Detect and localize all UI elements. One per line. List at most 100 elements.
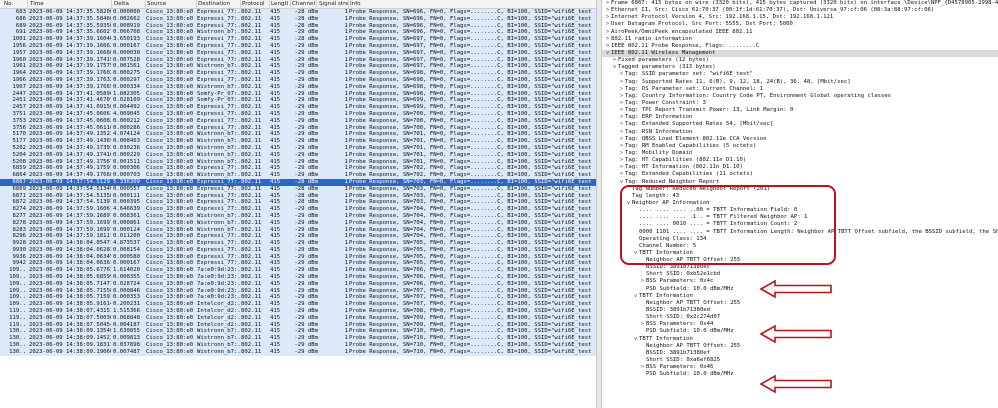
detail-tree-item[interactable]: BSSID: 3891b71380ec bbox=[602, 264, 998, 271]
detail-tree-item[interactable]: > Tag: DS Parameter set: Current Channel:… bbox=[602, 86, 998, 93]
packet-row[interactable]: 686 2023-06-09 14:37:35.584667 0.002662 Cis… bbox=[0, 15, 596, 23]
column-divider[interactable] bbox=[348, 0, 349, 9]
packet-row[interactable]: 1956 2023-06-09 14:37:39.166634 0.000167 Ci… bbox=[0, 42, 596, 50]
detail-tree-item[interactable]: Neighbor AP TBTT Offset: 255 bbox=[602, 300, 998, 307]
packet-row[interactable]: 6867 2023-06-09 14:37:54.512912 5.336309 Ci… bbox=[0, 178, 596, 186]
packet-row[interactable]: 130.. 2023-06-09 14:38:09.135402 1.630855 C… bbox=[0, 328, 596, 336]
packet-row[interactable]: 130.. 2023-06-09 14:38:09.190600 0.007487 C… bbox=[0, 348, 596, 356]
collapsed-chevron-icon[interactable]: > bbox=[618, 114, 625, 121]
packet-row[interactable]: 8277 2023-06-09 14:37:59.168975 0.008361 Ci… bbox=[0, 212, 596, 220]
detail-tree-item[interactable]: > Tag: ERP Information bbox=[602, 114, 998, 121]
column-header-info[interactable]: Info bbox=[350, 1, 410, 7]
collapsed-chevron-icon[interactable]: > bbox=[604, 0, 611, 7]
packet-row[interactable]: 109.. 2023-06-09 14:38:05.715562 0.000846 C… bbox=[0, 287, 596, 295]
packet-row[interactable]: 2447 2023-06-09 14:37:41.058964 1.882305 Ci… bbox=[0, 90, 596, 98]
packet-row[interactable]: 9942 2023-06-09 14:38:04.063617 0.000167 Ci… bbox=[0, 260, 596, 268]
packet-row[interactable]: 8283 2023-06-09 14:37:59.169979 0.000124 Ci… bbox=[0, 226, 596, 234]
column-header-signal-strength[interactable]: Signal stre bbox=[319, 1, 349, 7]
packet-row[interactable]: 6872 2023-06-09 14:37:54.513975 0.000395 Ci… bbox=[0, 199, 596, 207]
packet-row[interactable]: 109.. 2023-06-09 14:38:05.685992 0.008355 C… bbox=[0, 274, 596, 281]
detail-tree-item[interactable]: > Tag: Extended Capabilities (11 octets) bbox=[602, 171, 998, 178]
packet-row[interactable]: 8278 2023-06-09 14:37:59.169975 0.000861 Ci… bbox=[0, 219, 596, 227]
packet-row[interactable]: 691 2023-06-09 14:37:35.660274 0.066708 Cis… bbox=[0, 29, 596, 37]
collapsed-chevron-icon[interactable]: > bbox=[618, 150, 625, 157]
column-divider[interactable] bbox=[316, 0, 317, 9]
collapsed-chevron-icon[interactable]: > bbox=[604, 14, 611, 21]
column-header-destination[interactable]: Destination bbox=[198, 1, 240, 7]
packet-row[interactable]: 6871 2023-06-09 14:37:54.513580 0.000111 Ci… bbox=[0, 192, 596, 200]
collapsed-chevron-icon[interactable]: > bbox=[618, 136, 625, 143]
detail-tree-item[interactable]: > Tag: SSID parameter set: "wifi6E_test" bbox=[602, 71, 998, 78]
collapsed-chevron-icon[interactable]: > bbox=[618, 107, 625, 114]
collapsed-chevron-icon[interactable]: > bbox=[618, 171, 625, 178]
detail-tree-item[interactable]: > Tag: Country Information: Country Code … bbox=[602, 93, 998, 100]
detail-tree-item[interactable]: >802.11 radio information bbox=[602, 36, 998, 43]
packet-row[interactable]: 109.. 2023-06-09 14:38:05.916146 0.200231 C… bbox=[0, 301, 596, 309]
column-divider[interactable] bbox=[145, 0, 146, 9]
column-divider[interactable] bbox=[27, 0, 28, 9]
packet-row[interactable]: 9936 2023-06-09 14:38:04.063450 0.000580 Ci… bbox=[0, 253, 596, 261]
packet-row[interactable]: 2457 2023-06-09 14:37:41.091566 0.004492 Ci… bbox=[0, 104, 596, 111]
collapsed-chevron-icon[interactable]: > bbox=[618, 100, 625, 107]
detail-tree-item[interactable]: > Tag: Extended Supported Rates 54, [Mbit… bbox=[602, 121, 998, 128]
packet-row[interactable]: 3756 2023-06-09 14:37:45.061108 0.000286 Ci… bbox=[0, 124, 596, 132]
collapsed-chevron-icon[interactable]: > bbox=[604, 36, 611, 43]
packet-row[interactable]: 109.. 2023-06-09 14:38:05.715915 0.000353 C… bbox=[0, 294, 596, 302]
packet-row[interactable]: 9930 2023-06-09 14:38:04.062870 0.008154 Ci… bbox=[0, 246, 596, 254]
collapsed-chevron-icon[interactable]: > bbox=[618, 157, 625, 164]
expanded-chevron-icon[interactable]: v bbox=[632, 293, 639, 300]
collapsed-chevron-icon[interactable]: > bbox=[604, 43, 611, 50]
packet-row[interactable]: 1957 2023-06-09 14:37:39.166664 0.000030 Ci… bbox=[0, 49, 596, 57]
detail-tree-item[interactable]: Short SSID: 0xa6ef6825 bbox=[602, 357, 998, 364]
column-header-no[interactable]: No. bbox=[4, 1, 28, 7]
detail-tree-item[interactable]: > Fixed parameters (12 bytes) bbox=[602, 57, 998, 64]
packet-row[interactable]: 683 2023-06-09 14:37:35.582005 0.000000 Cis… bbox=[0, 9, 596, 16]
detail-tree-item[interactable]: > Tag: RM Enabled Capabilities (5 octets) bbox=[602, 143, 998, 150]
detail-tree-item[interactable]: > Frame 6867: 415 bytes on wire (3320 bit… bbox=[602, 0, 998, 7]
detail-tree-item[interactable]: > User Datagram Protocol, Src Port: 5555,… bbox=[602, 21, 998, 28]
detail-tree-item[interactable]: > BSS Parameters: 0x46 bbox=[602, 364, 998, 371]
expanded-chevron-icon[interactable]: v bbox=[632, 336, 639, 343]
collapsed-chevron-icon[interactable]: > bbox=[618, 129, 625, 136]
packet-row[interactable]: 5208 2023-06-09 14:37:49.175671 0.001511 Ci… bbox=[0, 158, 596, 166]
packet-row[interactable]: 1001 2023-06-09 14:37:39.160467 3.650193 Ci… bbox=[0, 36, 596, 43]
detail-tree-item[interactable]: > IEEE 802.11 Probe Response, Flags: ....… bbox=[602, 43, 998, 50]
detail-tree-item[interactable]: > Tag: Power Constraint: 3 bbox=[602, 100, 998, 107]
packet-row[interactable]: 3751 2023-06-09 14:37:45.060610 4.009045 Ci… bbox=[0, 110, 596, 118]
collapsed-chevron-icon[interactable]: > bbox=[618, 71, 625, 78]
detail-tree-item[interactable]: BSSID: 3891b71380ed bbox=[602, 307, 998, 314]
column-divider[interactable] bbox=[196, 0, 197, 9]
packet-row[interactable]: 3753 2023-06-09 14:37:45.060822 0.000212 Ci… bbox=[0, 117, 596, 125]
detail-tree-item[interactable]: > Ethernet II, Src: Cisco_61:70:37 (00:1f… bbox=[602, 7, 998, 14]
expanded-chevron-icon[interactable]: v bbox=[618, 179, 625, 186]
expanded-chevron-icon[interactable]: v bbox=[611, 64, 618, 71]
collapsed-chevron-icon[interactable]: > bbox=[618, 121, 625, 128]
column-divider[interactable] bbox=[111, 0, 112, 9]
detail-tree-item[interactable]: BSSID: 3891b71380ef bbox=[602, 350, 998, 357]
column-header-time[interactable]: Time bbox=[30, 1, 110, 7]
packet-row[interactable]: 130.. 2023-06-09 14:38:09.145215 0.009813 C… bbox=[0, 335, 596, 343]
collapsed-chevron-icon[interactable]: > bbox=[639, 321, 646, 328]
collapsed-chevron-icon[interactable]: > bbox=[618, 86, 625, 93]
collapsed-chevron-icon[interactable]: > bbox=[604, 29, 611, 36]
collapsed-chevron-icon[interactable]: > bbox=[604, 21, 611, 28]
detail-tree-item[interactable]: Short SSID: 0x2c274d07 bbox=[602, 314, 998, 321]
packet-row[interactable]: 5204 2023-06-09 14:37:49.174160 0.000229 Ci… bbox=[0, 151, 596, 159]
detail-tree-item[interactable]: > Tag: RSN Information bbox=[602, 129, 998, 136]
column-header-channel[interactable]: Channel bbox=[287, 1, 315, 7]
detail-tree-item[interactable]: v Tagged parameters (313 bytes) bbox=[602, 64, 998, 71]
packet-row[interactable]: 109.. 2023-06-09 14:38:05.714716 0.028724 C… bbox=[0, 280, 596, 288]
detail-tree-item[interactable]: Short SSID: 0xb52e1cbd bbox=[602, 271, 998, 278]
collapsed-chevron-icon[interactable]: > bbox=[618, 164, 625, 171]
collapsed-chevron-icon[interactable]: > bbox=[611, 57, 618, 64]
packet-row[interactable]: 8296 2023-06-09 14:37:59.181179 0.011200 Ci… bbox=[0, 233, 596, 241]
packet-row[interactable]: 1964 2023-06-09 14:37:39.176028 0.000275 Ci… bbox=[0, 70, 596, 77]
packet-row[interactable]: 8274 2023-06-09 14:37:59.160614 4.646639 Ci… bbox=[0, 206, 596, 213]
detail-tree-item[interactable]: > Tag: HT Information (802.11n D1.10) bbox=[602, 164, 998, 171]
collapsed-chevron-icon[interactable]: > bbox=[639, 364, 646, 371]
packet-row[interactable]: 1967 2023-06-09 14:37:39.176659 0.000334 Ci… bbox=[0, 83, 596, 91]
expanded-chevron-icon[interactable]: v bbox=[604, 50, 611, 57]
detail-tree-item[interactable]: > Tag: QBSS Load Element 802.11e CCA Vers… bbox=[602, 136, 998, 143]
packet-row[interactable]: 6869 2023-06-09 14:37:54.513469 0.000557 Ci… bbox=[0, 185, 596, 193]
packet-row[interactable]: 1966 2023-06-09 14:37:39.176325 0.000297 Ci… bbox=[0, 76, 596, 84]
